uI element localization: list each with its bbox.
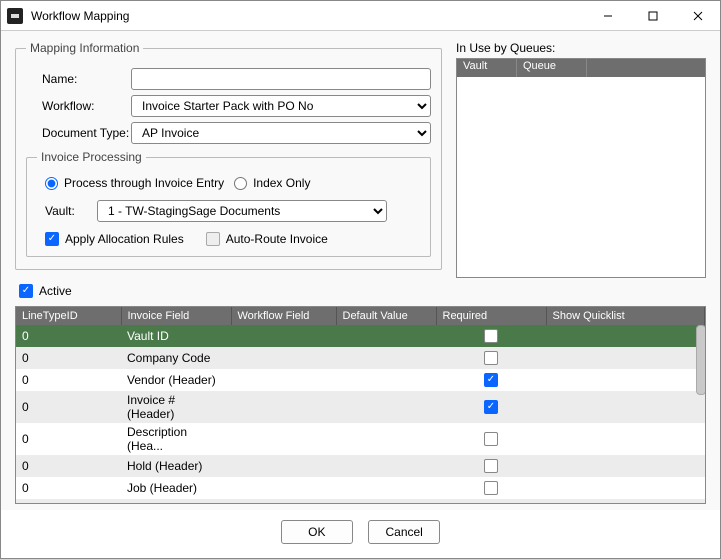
auto-route-checkbox[interactable] bbox=[206, 232, 220, 246]
minimize-icon bbox=[603, 11, 613, 21]
apply-allocation-checkbox[interactable] bbox=[45, 232, 59, 246]
close-button[interactable] bbox=[675, 1, 720, 31]
queues-col-queue[interactable]: Queue bbox=[517, 59, 587, 77]
index-only-radio[interactable]: Index Only bbox=[234, 176, 310, 190]
col-show-quicklist[interactable]: Show Quicklist bbox=[546, 307, 705, 325]
minimize-button[interactable] bbox=[585, 1, 630, 31]
required-checkbox[interactable] bbox=[484, 481, 498, 495]
queues-list[interactable]: Vault Queue bbox=[456, 58, 706, 278]
col-workflow-field[interactable]: Workflow Field bbox=[231, 307, 336, 325]
vault-label: Vault: bbox=[37, 204, 97, 218]
col-invoice-field[interactable]: Invoice Field bbox=[121, 307, 231, 325]
table-row[interactable]: 0Invoice # (Header) bbox=[16, 391, 705, 423]
doctype-select[interactable]: AP Invoice bbox=[131, 122, 431, 144]
workflow-mapping-window: Workflow Mapping Mapping Information Nam… bbox=[0, 0, 721, 559]
table-row[interactable]: 0Vault ID bbox=[16, 325, 705, 347]
active-label: Active bbox=[39, 284, 72, 298]
table-row[interactable]: 0Description (Hea... bbox=[16, 423, 705, 455]
auto-route-label: Auto-Route Invoice bbox=[226, 232, 328, 246]
required-checkbox[interactable] bbox=[484, 432, 498, 446]
col-required[interactable]: Required bbox=[436, 307, 546, 325]
maximize-icon bbox=[648, 11, 658, 21]
table-row[interactable]: 0Hold (Header) bbox=[16, 455, 705, 477]
queues-label: In Use by Queues: bbox=[456, 41, 706, 55]
vault-select[interactable]: 1 - TW-StagingSage Documents bbox=[97, 200, 387, 222]
workflow-label: Workflow: bbox=[26, 99, 131, 113]
apply-allocation-label: Apply Allocation Rules bbox=[65, 232, 184, 246]
required-checkbox[interactable] bbox=[484, 503, 498, 504]
mapping-info-legend: Mapping Information bbox=[26, 41, 143, 55]
required-checkbox[interactable] bbox=[484, 373, 498, 387]
col-linetypeid[interactable]: LineTypeID bbox=[16, 307, 121, 325]
col-default-value[interactable]: Default Value bbox=[336, 307, 436, 325]
required-checkbox[interactable] bbox=[484, 329, 498, 343]
ok-button[interactable]: OK bbox=[281, 520, 353, 544]
grid-scrollbar[interactable] bbox=[696, 325, 706, 395]
index-only-label: Index Only bbox=[253, 176, 310, 190]
close-icon bbox=[693, 11, 703, 21]
invoice-processing-legend: Invoice Processing bbox=[37, 150, 146, 164]
required-checkbox[interactable] bbox=[484, 400, 498, 414]
required-checkbox[interactable] bbox=[484, 459, 498, 473]
dialog-buttons: OK Cancel bbox=[1, 510, 720, 558]
field-mapping-grid[interactable]: LineTypeID Invoice Field Workflow Field … bbox=[15, 306, 706, 504]
name-input[interactable] bbox=[131, 68, 431, 90]
window-title: Workflow Mapping bbox=[31, 9, 129, 23]
process-through-entry-radio[interactable]: Process through Invoice Entry bbox=[45, 176, 224, 190]
invoice-processing-group: Invoice Processing Process through Invoi… bbox=[26, 150, 431, 257]
cancel-button[interactable]: Cancel bbox=[368, 520, 440, 544]
mapping-info-group: Mapping Information Name: Workflow: Invo… bbox=[15, 41, 442, 270]
active-checkbox[interactable] bbox=[19, 284, 33, 298]
table-row[interactable]: 0Job (Header) bbox=[16, 477, 705, 499]
maximize-button[interactable] bbox=[630, 1, 675, 31]
workflow-select[interactable]: Invoice Starter Pack with PO No bbox=[131, 95, 431, 117]
queues-header: Vault Queue bbox=[457, 59, 705, 77]
table-row[interactable]: 0Phase (Header) bbox=[16, 499, 705, 504]
required-checkbox[interactable] bbox=[484, 351, 498, 365]
table-row[interactable]: 0Vendor (Header) bbox=[16, 369, 705, 391]
table-row[interactable]: 0Company Code bbox=[16, 347, 705, 369]
queues-col-vault[interactable]: Vault bbox=[457, 59, 517, 77]
titlebar: Workflow Mapping bbox=[1, 1, 720, 31]
content-area: Mapping Information Name: Workflow: Invo… bbox=[1, 31, 720, 510]
name-label: Name: bbox=[26, 72, 131, 86]
doctype-label: Document Type: bbox=[26, 126, 131, 140]
process-through-entry-label: Process through Invoice Entry bbox=[64, 176, 224, 190]
app-icon bbox=[7, 8, 23, 24]
